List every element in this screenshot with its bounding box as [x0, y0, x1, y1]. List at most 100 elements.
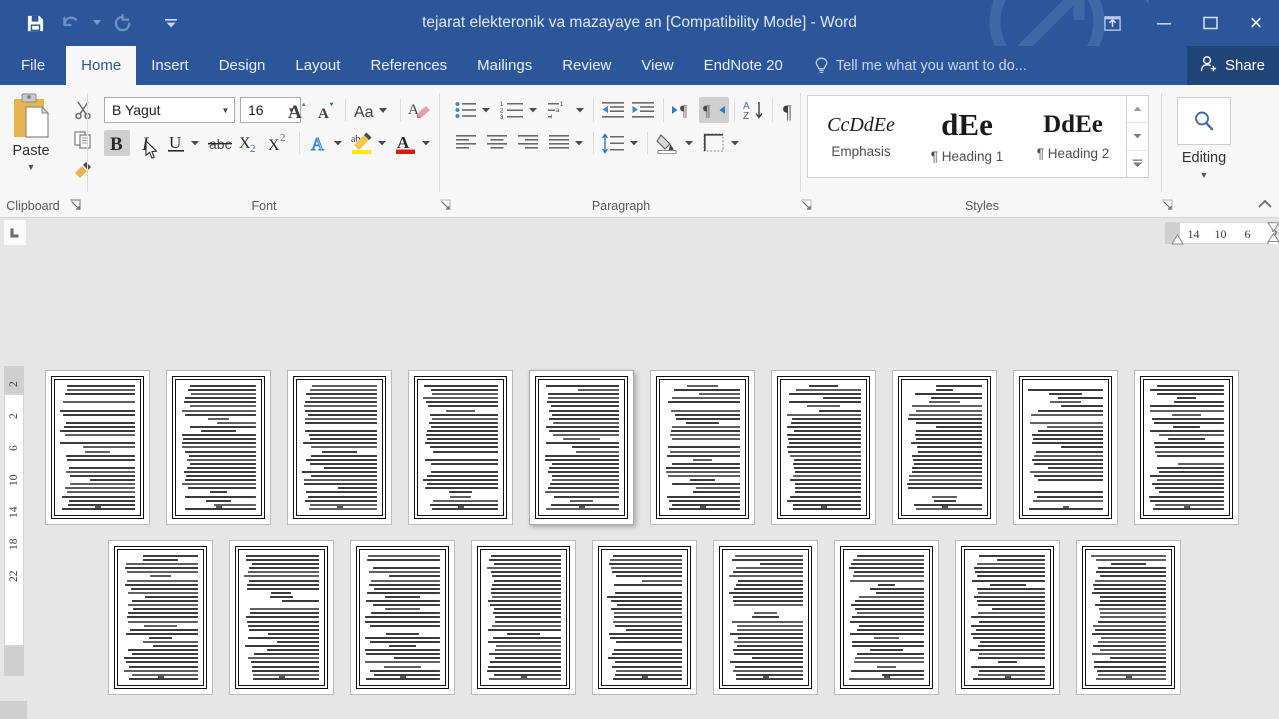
document-page-thumbnail[interactable]	[408, 370, 513, 525]
numbering-button[interactable]: 1 2 3	[498, 97, 526, 123]
document-page-thumbnail[interactable]	[955, 540, 1060, 695]
tab-mailings[interactable]: Mailings	[462, 46, 547, 85]
document-page-thumbnail[interactable]	[45, 370, 150, 525]
horizontal-ruler[interactable]: 14 10 6 2	[27, 218, 1279, 248]
tab-review[interactable]: Review	[547, 46, 626, 85]
document-page-thumbnail[interactable]	[771, 370, 876, 525]
font-name-dropdown-icon[interactable]: ▼	[217, 106, 234, 115]
editing-button[interactable]: Editing ▼	[1177, 97, 1231, 180]
minimize-icon[interactable]	[1141, 0, 1187, 46]
document-page-thumbnail[interactable]	[892, 370, 997, 525]
underline-dropdown-icon[interactable]	[188, 130, 202, 156]
styles-gallery-scroll[interactable]	[1127, 95, 1149, 178]
align-right-button[interactable]	[515, 130, 541, 156]
styles-scroll-down-icon[interactable]	[1127, 123, 1148, 151]
sort-button[interactable]: A Z	[740, 97, 768, 123]
share-button[interactable]: Share	[1186, 46, 1279, 85]
document-page-thumbnail[interactable]	[1134, 370, 1239, 525]
highlight-dropdown-icon[interactable]	[375, 130, 389, 156]
text-highlight-color-button[interactable]: ab	[348, 130, 376, 156]
ltr-text-direction-button[interactable]: ¶	[669, 97, 699, 123]
align-left-button[interactable]	[453, 130, 479, 156]
strikethrough-button[interactable]: abc	[205, 130, 235, 156]
decrease-indent-button[interactable]	[599, 97, 627, 123]
shading-button[interactable]	[653, 130, 683, 156]
document-page-thumbnail[interactable]	[1076, 540, 1181, 695]
paste-button[interactable]: Paste ▼	[0, 93, 62, 172]
style-item-heading2[interactable]: DdEe ¶ Heading 2	[1020, 96, 1126, 177]
increase-indent-button[interactable]	[629, 97, 657, 123]
document-page-thumbnail[interactable]	[229, 540, 334, 695]
grow-font-button[interactable]: A	[285, 97, 311, 123]
editing-dropdown-icon[interactable]: ▼	[1177, 170, 1231, 180]
rtl-text-direction-button[interactable]: ¶	[699, 97, 729, 123]
justify-button[interactable]	[546, 130, 572, 156]
tab-insert[interactable]: Insert	[136, 46, 204, 85]
borders-button[interactable]	[700, 130, 728, 156]
change-case-button[interactable]: Aa	[351, 97, 395, 123]
shading-dropdown-icon[interactable]	[682, 130, 696, 156]
numbering-dropdown-icon[interactable]	[526, 97, 540, 123]
styles-gallery[interactable]: CcDdEe Emphasis dEe ¶ Heading 1 DdEe ¶ H…	[807, 95, 1127, 178]
tab-home[interactable]: Home	[66, 46, 137, 85]
ribbon-display-options-icon[interactable]	[1083, 0, 1141, 46]
document-page-thumbnail[interactable]	[592, 540, 697, 695]
tab-layout[interactable]: Layout	[280, 46, 355, 85]
search-icon[interactable]	[1177, 97, 1231, 145]
center-button[interactable]	[484, 130, 510, 156]
superscript-button[interactable]: X 2	[265, 130, 293, 156]
justify-dropdown-icon[interactable]	[572, 130, 586, 156]
document-page-thumbnail[interactable]	[713, 540, 818, 695]
clear-formatting-button[interactable]: A	[406, 97, 434, 123]
document-page-thumbnail[interactable]	[834, 540, 939, 695]
paste-dropdown-icon[interactable]: ▼	[0, 162, 62, 172]
shrink-font-button[interactable]: A	[313, 97, 339, 123]
document-page-thumbnail[interactable]	[529, 370, 634, 525]
multilevel-list-button[interactable]: 1 a i	[545, 97, 573, 123]
line-spacing-dropdown-icon[interactable]	[627, 130, 641, 156]
line-spacing-button[interactable]	[599, 130, 627, 156]
document-page-thumbnail[interactable]	[471, 540, 576, 695]
font-color-button[interactable]: A	[392, 130, 420, 156]
styles-scroll-up-icon[interactable]	[1127, 96, 1148, 124]
subscript-button[interactable]: X 2	[236, 130, 264, 156]
document-canvas[interactable]	[27, 248, 1279, 719]
collapse-ribbon-icon[interactable]	[1257, 196, 1273, 212]
tab-file[interactable]: File	[0, 46, 66, 85]
window-controls[interactable]: ×	[1083, 0, 1279, 46]
right-indent-marker[interactable]	[1267, 222, 1279, 249]
document-page-thumbnail[interactable]	[166, 370, 271, 525]
text-effects-dropdown-icon[interactable]	[331, 130, 345, 156]
bullets-button[interactable]	[453, 97, 479, 123]
tab-references[interactable]: References	[355, 46, 462, 85]
italic-button[interactable]: I	[134, 130, 160, 156]
text-effects-button[interactable]: A	[306, 130, 332, 156]
document-page-thumbnail[interactable]	[1013, 370, 1118, 525]
vertical-ruler[interactable]: 2 2 6 10 14 18 22	[0, 218, 27, 719]
restore-icon[interactable]	[1187, 0, 1233, 46]
bold-button[interactable]: B	[104, 130, 130, 156]
clipboard-dialog-launcher[interactable]	[68, 198, 82, 212]
document-page-thumbnail[interactable]	[350, 540, 455, 695]
style-item-heading1[interactable]: dEe ¶ Heading 1	[914, 96, 1020, 177]
styles-more-icon[interactable]	[1127, 151, 1148, 177]
tab-design[interactable]: Design	[204, 46, 281, 85]
tab-endnote[interactable]: EndNote 20	[689, 46, 798, 85]
page-border-frame-inner	[175, 379, 262, 516]
tab-view[interactable]: View	[626, 46, 688, 85]
bullets-dropdown-icon[interactable]	[479, 97, 493, 123]
multilevel-list-dropdown-icon[interactable]	[573, 97, 587, 123]
font-name-combobox[interactable]: B Yagut ▼	[104, 97, 235, 123]
tab-stop-selector[interactable]	[4, 220, 26, 245]
document-page-thumbnail[interactable]	[650, 370, 755, 525]
show-formatting-marks-button[interactable]: ¶	[778, 97, 802, 123]
style-item-emphasis[interactable]: CcDdEe Emphasis	[808, 96, 914, 177]
tell-me-search[interactable]: Tell me what you want to do...	[814, 46, 1027, 85]
document-page-thumbnail[interactable]	[287, 370, 392, 525]
document-page-thumbnail[interactable]	[108, 540, 213, 695]
ribbon-tab-bar[interactable]: File Home Insert Design Layout Reference…	[0, 46, 1279, 85]
close-icon[interactable]: ×	[1233, 0, 1279, 46]
underline-button[interactable]: U	[163, 130, 189, 156]
font-color-dropdown-icon[interactable]	[419, 130, 433, 156]
borders-dropdown-icon[interactable]	[728, 130, 742, 156]
